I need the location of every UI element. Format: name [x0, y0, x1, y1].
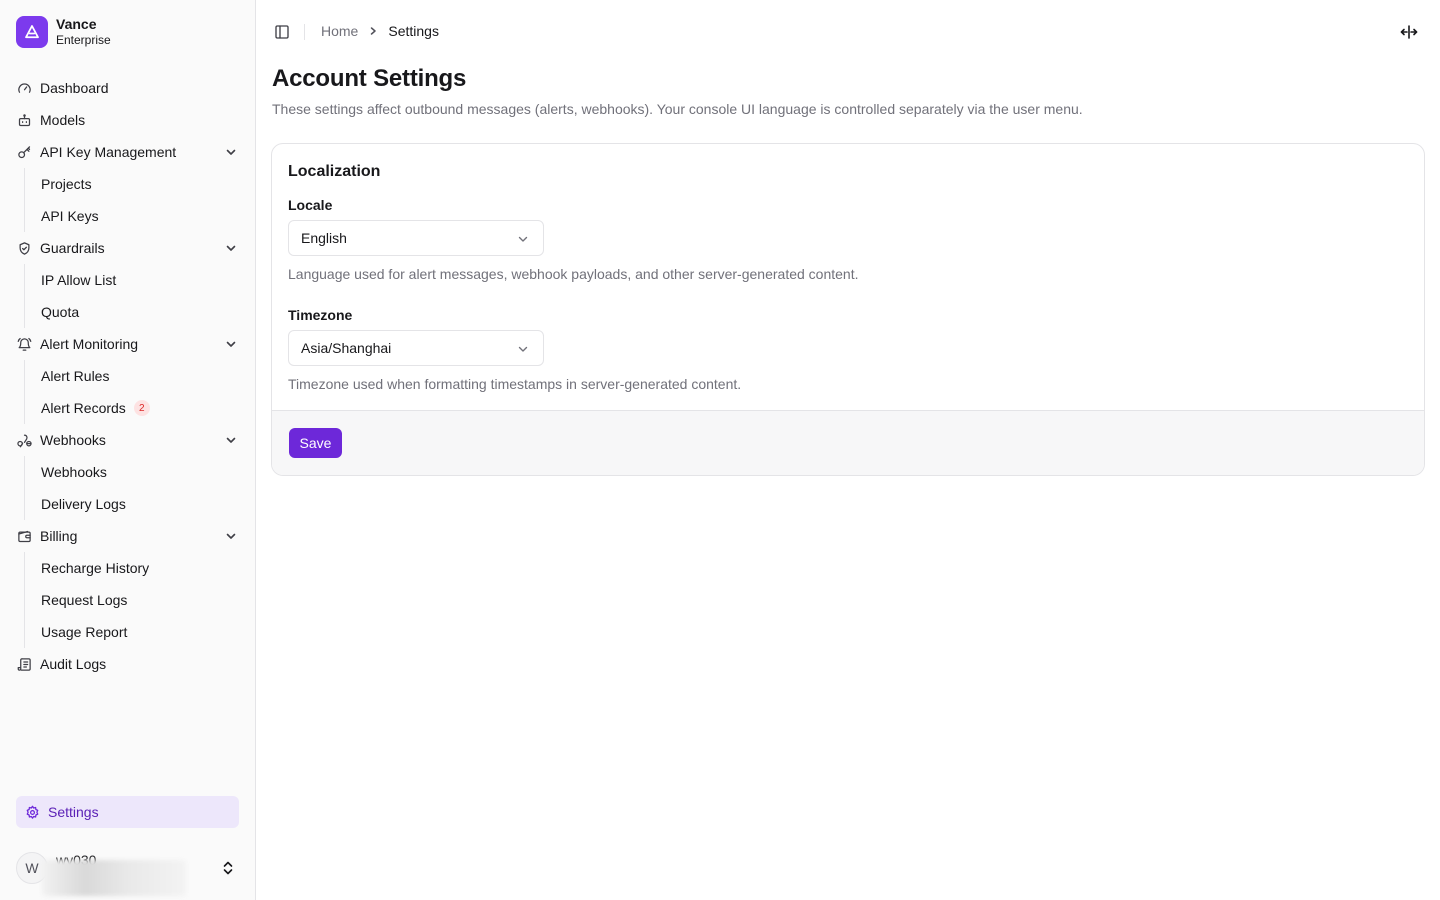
brand-subtitle: Enterprise [56, 33, 111, 47]
sidebar-item-label: Webhooks [40, 432, 106, 448]
key-icon [16, 144, 32, 160]
locale-help-text: Language used for alert messages, webhoo… [288, 266, 859, 282]
chevron-down-icon [518, 236, 528, 242]
locale-select[interactable]: English [288, 220, 544, 256]
chevron-down-icon [518, 346, 528, 352]
chevron-down-icon [226, 437, 236, 443]
sidebar-item-recharge-history[interactable]: Recharge History [0, 552, 255, 584]
sidebar-item-api-key-management[interactable]: API Key Management [0, 136, 255, 168]
sidebar-item-api-keys[interactable]: API Keys [0, 200, 255, 232]
sidebar-item-label: Billing [40, 528, 78, 544]
chevron-down-icon [226, 149, 236, 155]
save-button[interactable]: Save [289, 428, 342, 458]
gauge-icon [16, 80, 32, 96]
breadcrumb: Home Settings [321, 23, 439, 39]
sidebar-item-label: API Key Management [40, 144, 177, 160]
sidebar-item-ip-allow-list[interactable]: IP Allow List [0, 264, 255, 296]
breadcrumb-home-link[interactable]: Home [321, 23, 358, 39]
webhooks-submenu: Webhooks Delivery Logs [0, 456, 255, 520]
sidebar-item-label: Settings [48, 804, 99, 820]
sidebar-item-label: Audit Logs [40, 656, 107, 672]
sidebar-item-audit-logs[interactable]: Audit Logs [0, 648, 255, 680]
billing-submenu: Recharge History Request Logs Usage Repo… [0, 552, 255, 648]
chevron-right-icon [368, 26, 378, 36]
sidebar-item-guardrails[interactable]: Guardrails [0, 232, 255, 264]
chevron-down-icon [226, 245, 236, 251]
sidebar-item-request-logs[interactable]: Request Logs [0, 584, 255, 616]
locale-select-value: English [301, 230, 347, 246]
card-title: Localization [288, 163, 381, 180]
guardrails-submenu: IP Allow List Quota [0, 264, 255, 328]
brand-logo-icon [16, 16, 48, 48]
brand-name: Vance [56, 16, 97, 32]
sidebar-item-webhooks-list[interactable]: Webhooks [0, 456, 255, 488]
panel-left-icon [275, 25, 289, 39]
sidebar-item-webhooks[interactable]: Webhooks [0, 424, 255, 456]
sidebar-item-label: Alert Monitoring [40, 336, 139, 352]
sidebar-item-settings[interactable]: Settings [16, 796, 239, 828]
card-footer: Save [272, 410, 1424, 475]
api-key-submenu: Projects API Keys [0, 168, 255, 232]
timezone-select[interactable]: Asia/Shanghai [288, 330, 544, 366]
shield-check-icon [16, 240, 32, 256]
chevrons-up-down-icon [223, 861, 233, 875]
sidebar-item-alert-records[interactable]: Alert Records 2 [0, 392, 255, 424]
wallet-icon [16, 528, 32, 544]
bot-icon [16, 112, 32, 128]
page-title: Account Settings [272, 65, 467, 92]
chevron-down-icon [226, 341, 236, 347]
localization-card: Localization Locale English Language use… [271, 143, 1425, 476]
sidebar-toggle-button[interactable] [272, 22, 292, 42]
chevron-down-icon [226, 533, 236, 539]
sidebar-item-alert-monitoring[interactable]: Alert Monitoring [0, 328, 255, 360]
sidebar-item-label: Guardrails [40, 240, 105, 256]
gear-icon [24, 804, 40, 820]
timezone-label: Timezone [288, 307, 353, 323]
sidebar-item-models[interactable]: Models [0, 104, 255, 136]
timezone-help-text: Timezone used when formatting timestamps… [288, 376, 742, 392]
sidebar-item-quota[interactable]: Quota [0, 296, 255, 328]
sidebar-item-dashboard[interactable]: Dashboard [0, 72, 255, 104]
move-horizontal-icon [1400, 25, 1418, 39]
alert-count-badge: 2 [133, 400, 150, 416]
bell-ring-icon [16, 336, 32, 352]
sidebar-item-billing[interactable]: Billing [0, 520, 255, 552]
page-description: These settings affect outbound messages … [272, 101, 1083, 117]
breadcrumb-current: Settings [388, 23, 439, 39]
sidebar: Vance Enterprise Dashboard Models API Ke… [0, 0, 256, 900]
brand[interactable]: Vance Enterprise [16, 16, 111, 48]
redacted-user-info [42, 860, 186, 896]
sidebar-item-label: Models [40, 112, 86, 128]
topbar: Home Settings [256, 0, 1440, 64]
scroll-text-icon [16, 656, 32, 672]
user-menu[interactable]: W wy030 [16, 852, 239, 896]
webhook-icon [16, 432, 32, 448]
locale-label: Locale [288, 197, 333, 213]
sidebar-item-label: Dashboard [40, 80, 109, 96]
sidebar-item-label: Alert Records [41, 400, 126, 416]
sidebar-nav: Dashboard Models API Key Management Proj… [0, 72, 255, 680]
expand-width-button[interactable] [1400, 24, 1418, 40]
timezone-select-value: Asia/Shanghai [301, 340, 392, 356]
alert-monitoring-submenu: Alert Rules Alert Records 2 [0, 360, 255, 424]
sidebar-item-alert-rules[interactable]: Alert Rules [0, 360, 255, 392]
sidebar-item-projects[interactable]: Projects [0, 168, 255, 200]
sidebar-item-usage-report[interactable]: Usage Report [0, 616, 255, 648]
divider [304, 24, 305, 40]
sidebar-item-delivery-logs[interactable]: Delivery Logs [0, 488, 255, 520]
